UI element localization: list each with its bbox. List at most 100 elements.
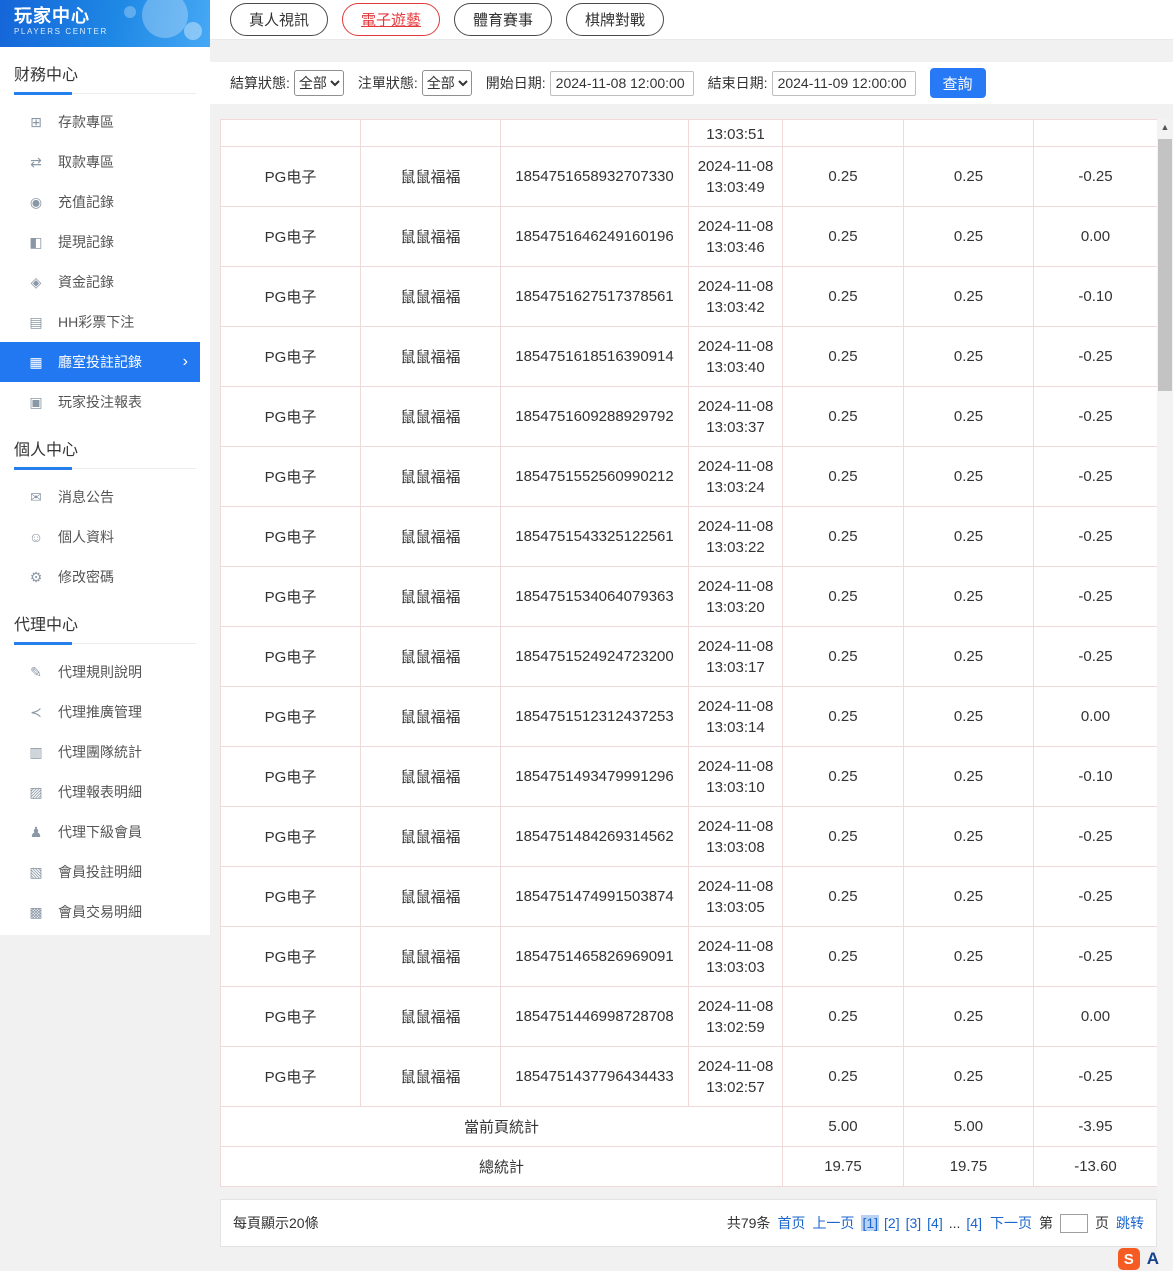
sidebar-item-member-transaction-detail[interactable]: ▩ 會員交易明細 bbox=[0, 892, 200, 932]
settle-status-select[interactable]: 全部 bbox=[294, 70, 344, 96]
cell-win-loss: -0.25 bbox=[1034, 327, 1158, 387]
sidebar-item-recharge-records[interactable]: ◉ 充值記錄 bbox=[0, 182, 200, 222]
sidebar: 玩家中心 PLAYERS CENTER 财務中心 ⊞ 存款專區 ⇄ 取款專區 ◉… bbox=[0, 0, 210, 935]
sidebar-item-cashout-records[interactable]: ◧ 提現記錄 bbox=[0, 222, 200, 262]
end-date-input[interactable] bbox=[772, 71, 916, 96]
tab-live-video[interactable]: 真人視訊 bbox=[230, 3, 328, 36]
sidebar-item-change-password[interactable]: ⚙ 修改密碼 bbox=[0, 557, 200, 597]
cell-win-loss: -0.10 bbox=[1034, 267, 1158, 327]
sidebar-item-agent-report-detail[interactable]: ▨ 代理報表明細 bbox=[0, 772, 200, 812]
sidebar-item-agent-rules[interactable]: ✎ 代理規則說明 bbox=[0, 652, 200, 692]
pagination-first[interactable]: 首页 bbox=[777, 1213, 805, 1233]
search-button[interactable]: 查詢 bbox=[930, 68, 986, 98]
sogou-ime-icon[interactable]: S bbox=[1118, 1248, 1140, 1270]
table-row: PG电子 鼠鼠福福 1854751465826969091 2024-11-08… bbox=[221, 927, 1158, 987]
start-date-input[interactable] bbox=[550, 71, 694, 96]
sidebar-item-agent-sub-members[interactable]: ♟ 代理下級會員 bbox=[0, 812, 200, 852]
table-row: PG电子 鼠鼠福福 1854751524924723200 2024-11-08… bbox=[221, 627, 1158, 687]
tab-electronic-games[interactable]: 電子遊藝 bbox=[342, 3, 440, 36]
page-link[interactable]: [4] bbox=[926, 1215, 944, 1231]
table-row: PG电子 鼠鼠福福 1854751512312437253 2024-11-08… bbox=[221, 687, 1158, 747]
cell-game-name: 鼠鼠福福 bbox=[361, 927, 501, 987]
cell-time: 2024-11-08 13:03:40 bbox=[689, 327, 783, 387]
cell-win-loss: -0.25 bbox=[1034, 627, 1158, 687]
cell-order-number: 1854751437796434433 bbox=[501, 1047, 689, 1107]
tab-sports[interactable]: 體育賽事 bbox=[454, 3, 552, 36]
order-status-label: 注單狀態: bbox=[358, 73, 418, 93]
cell-time: 2024-11-08 13:02:57 bbox=[689, 1047, 783, 1107]
sidebar-item-notices[interactable]: ✉ 消息公告 bbox=[0, 477, 200, 517]
jump-prefix-label: 第 bbox=[1039, 1213, 1053, 1233]
cell-bet-amount: 0.25 bbox=[783, 987, 904, 1047]
sidebar-item-profile[interactable]: ☺ 個人資料 bbox=[0, 517, 200, 557]
page-link[interactable]: [3] bbox=[905, 1215, 923, 1231]
room-bet-icon: ▦ bbox=[26, 354, 46, 371]
cell-time: 2024-11-08 13:03:10 bbox=[689, 747, 783, 807]
cell-order-number: 1854751512312437253 bbox=[501, 687, 689, 747]
sidebar-item-funds-records[interactable]: ◈ 資金記錄 bbox=[0, 262, 200, 302]
share-icon: ≺ bbox=[26, 704, 46, 721]
cell-time: 2024-11-08 13:03:24 bbox=[689, 447, 783, 507]
scroll-up-icon[interactable]: ▲ bbox=[1157, 119, 1173, 136]
jump-button[interactable]: 跳转 bbox=[1116, 1213, 1144, 1233]
notice-icon: ✉ bbox=[26, 489, 46, 506]
sidebar-item-room-bet-records[interactable]: ▦ 廳室投註記錄 › bbox=[0, 342, 200, 382]
member-bet-icon: ▧ bbox=[26, 864, 46, 881]
cell-order-number: 1854751552560990212 bbox=[501, 447, 689, 507]
cell-win-loss: -0.25 bbox=[1034, 567, 1158, 627]
cell-win-loss: -0.25 bbox=[1034, 927, 1158, 987]
cell-game: PG电子 bbox=[221, 327, 361, 387]
scrollbar-thumb[interactable] bbox=[1158, 139, 1172, 391]
ime-mode-indicator[interactable]: A bbox=[1147, 1249, 1159, 1269]
cell-valid-bet: 0.25 bbox=[904, 867, 1034, 927]
table-row: PG电子 鼠鼠福福 1854751609288929792 2024-11-08… bbox=[221, 387, 1158, 447]
cell-win-loss: 0.00 bbox=[1034, 687, 1158, 747]
pagination-prev[interactable]: 上一页 bbox=[812, 1213, 854, 1233]
cell-win-loss: -0.25 bbox=[1034, 387, 1158, 447]
sidebar-item-agent-promotion[interactable]: ≺ 代理推廣管理 bbox=[0, 692, 200, 732]
cell-bet-amount: 0.25 bbox=[783, 1047, 904, 1107]
sidebar-item-deposit[interactable]: ⊞ 存款專區 bbox=[0, 102, 200, 142]
chevron-right-icon: › bbox=[183, 353, 188, 371]
cell-order-number: 1854751543325122561 bbox=[501, 507, 689, 567]
table-row: PG电子 鼠鼠福福 1854751534064079363 2024-11-08… bbox=[221, 567, 1158, 627]
cell-time: 2024-11-08 13:03:46 bbox=[689, 207, 783, 267]
table-row: PG电子 鼠鼠福福 1854751627517378561 2024-11-08… bbox=[221, 267, 1158, 327]
cell-order-number: 1854751534064079363 bbox=[501, 567, 689, 627]
cell-game: PG电子 bbox=[221, 267, 361, 327]
table-row: PG电子 鼠鼠福福 1854751437796434433 2024-11-08… bbox=[221, 1047, 1158, 1107]
pagination-next[interactable]: 下一页 bbox=[990, 1213, 1032, 1233]
tab-board-games[interactable]: 棋牌對戰 bbox=[566, 3, 664, 36]
cell-time: 2024-11-08 13:03:08 bbox=[689, 807, 783, 867]
filter-bar: 結算狀態: 全部 注單狀態: 全部 開始日期: 結束日期: 查詢 bbox=[210, 62, 1173, 104]
sidebar-item-lottery-bets[interactable]: ▤ HH彩票下注 bbox=[0, 302, 200, 342]
cell-win-loss: -0.25 bbox=[1034, 147, 1158, 207]
cell-bet-amount: 0.25 bbox=[783, 687, 904, 747]
cell-valid-bet: 0.25 bbox=[904, 387, 1034, 447]
cell-time: 2024-11-08 13:03:49 bbox=[689, 147, 783, 207]
cell-order-number: 1854751474991503874 bbox=[501, 867, 689, 927]
cell-game-name: 鼠鼠福福 bbox=[361, 867, 501, 927]
page-link[interactable]: [4] bbox=[965, 1215, 983, 1231]
jump-page-input[interactable] bbox=[1060, 1214, 1088, 1233]
cell-game-name: 鼠鼠福福 bbox=[361, 387, 501, 447]
cell-bet-amount: 0.25 bbox=[783, 207, 904, 267]
cell-game: PG电子 bbox=[221, 687, 361, 747]
cell-valid-bet: 0.25 bbox=[904, 687, 1034, 747]
sidebar-item-member-bet-detail[interactable]: ▧ 會員投註明細 bbox=[0, 852, 200, 892]
cell-valid-bet: 0.25 bbox=[904, 567, 1034, 627]
cell-win-loss: -0.10 bbox=[1034, 747, 1158, 807]
table-row: PG电子 鼠鼠福福 1854751474991503874 2024-11-08… bbox=[221, 867, 1158, 927]
page-link[interactable]: [2] bbox=[883, 1215, 901, 1231]
cell-game: PG电子 bbox=[221, 447, 361, 507]
sidebar-item-agent-team-stats[interactable]: ▥ 代理團隊統計 bbox=[0, 732, 200, 772]
cell-time: 2024-11-08 13:02:59 bbox=[689, 987, 783, 1047]
table-row-partial: 13:03:51 bbox=[221, 120, 1158, 147]
page-link: ... bbox=[948, 1215, 962, 1231]
cashout-icon: ◧ bbox=[26, 234, 46, 251]
order-status-select[interactable]: 全部 bbox=[422, 70, 472, 96]
sidebar-item-player-report[interactable]: ▣ 玩家投注報表 bbox=[0, 382, 200, 422]
cell-game-name: 鼠鼠福福 bbox=[361, 747, 501, 807]
page-link[interactable]: [1] bbox=[861, 1215, 879, 1231]
sidebar-item-withdraw[interactable]: ⇄ 取款專區 bbox=[0, 142, 200, 182]
